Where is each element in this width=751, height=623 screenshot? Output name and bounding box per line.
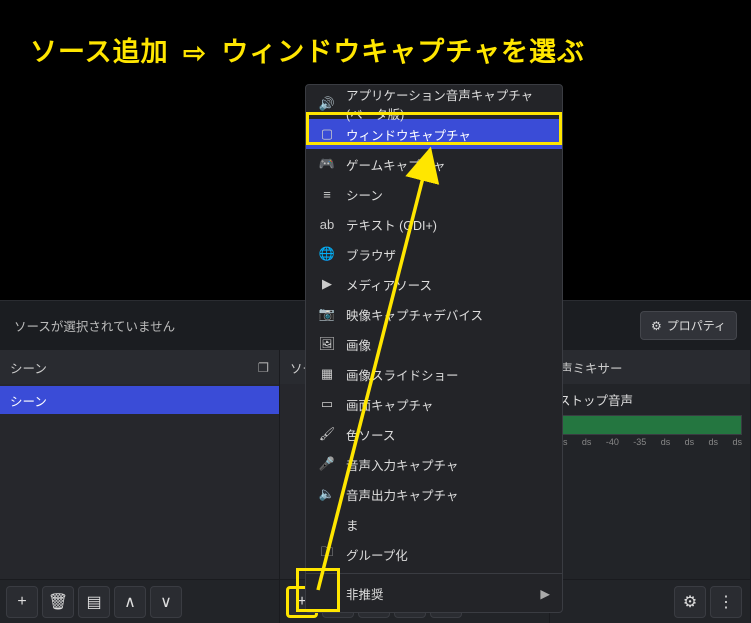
ctx-item-label: 音声出力キャプチャ xyxy=(346,485,458,504)
filters-icon: ▤ xyxy=(86,592,101,612)
audio-mixer-dock: 声ミキサー ストップ音声 ds ds -40 -35 ds ds ds ds ⚙… xyxy=(550,350,751,623)
popout-icon[interactable]: ❐ xyxy=(258,360,269,375)
slideshow-icon: ▦ xyxy=(318,366,336,382)
mixer-dock-title: 声ミキサー xyxy=(560,358,623,377)
ctx-item-window-capture[interactable]: ▢ ウィンドウキャプチャ xyxy=(306,119,562,149)
scenes-dock: シーン ❐ シーン + 🗑 ▤ ∧ ∨ xyxy=(0,350,280,623)
db-mark: -35 xyxy=(633,437,646,447)
ctx-item-display-capture[interactable]: ▭ 画面キャプチャ xyxy=(306,389,562,419)
speaker-out-icon: 🔈 xyxy=(318,486,336,502)
ctx-item-label: グループ化 xyxy=(346,545,408,564)
ctx-item-color-source[interactable]: 🖌 色ソース xyxy=(306,419,562,449)
db-mark: ds xyxy=(685,437,695,447)
scene-up-button[interactable]: ∧ xyxy=(114,586,146,618)
remove-scene-button[interactable]: 🗑 xyxy=(42,586,74,618)
db-mark: ds xyxy=(582,437,592,447)
ctx-item-label: ウィンドウキャプチャ xyxy=(346,125,471,144)
ctx-item-browser[interactable]: 🌐 ブラウザ xyxy=(306,239,562,269)
scenes-dock-title: シーン xyxy=(10,358,47,377)
ctx-item-text-gdi[interactable]: ab テキスト (GDI+) xyxy=(306,209,562,239)
more-icon: ⋮ xyxy=(718,592,734,612)
chevron-up-icon: ∧ xyxy=(124,592,136,612)
mixer-more-button[interactable]: ⋮ xyxy=(710,586,742,618)
ctx-item-partial: ま xyxy=(306,509,562,539)
mixer-settings-button[interactable]: ⚙ xyxy=(674,586,706,618)
instruction-prefix: ソース追加 xyxy=(30,37,169,67)
text-icon: ab xyxy=(318,217,336,232)
scenes-toolbar: + 🗑 ▤ ∧ ∨ xyxy=(0,579,279,623)
ctx-item-label: 色ソース xyxy=(346,425,395,444)
ctx-item-video-capture-device[interactable]: 📷 映像キャプチャデバイス xyxy=(306,299,562,329)
chevron-right-icon: ▶ xyxy=(540,586,550,601)
ctx-item-label: メディアソース xyxy=(346,275,432,294)
ctx-item-scene[interactable]: ≡ シーン xyxy=(306,179,562,209)
instruction-overlay: ソース追加 ⇨ ウィンドウキャプチャを選ぶ xyxy=(30,30,585,69)
instruction-arrow-icon: ⇨ xyxy=(183,38,207,69)
properties-button-label: プロパティ xyxy=(667,317,726,334)
ctx-item-media-source[interactable]: ▶ メディアソース xyxy=(306,269,562,299)
db-mark: ds xyxy=(732,437,742,447)
trash-icon: 🗑 xyxy=(48,592,68,612)
ctx-item-label: シーン xyxy=(346,185,383,204)
mixer-dock-header: 声ミキサー xyxy=(550,350,750,384)
ctx-item-label: ま xyxy=(346,515,359,534)
scene-item-label: シーン xyxy=(10,391,47,410)
mixer-body: ストップ音声 ds ds -40 -35 ds ds ds ds ⚙ ⋮ xyxy=(550,384,750,623)
ctx-item-label: ゲームキャプチャ xyxy=(346,155,446,174)
db-mark: ds xyxy=(661,437,671,447)
gear-icon: ⚙ xyxy=(651,319,662,333)
db-scale: ds ds -40 -35 ds ds ds ds xyxy=(558,437,742,447)
gamepad-icon: 🎮 xyxy=(318,156,336,172)
globe-icon: 🌐 xyxy=(318,246,336,262)
ctx-item-image[interactable]: 🖼 画像 xyxy=(306,329,562,359)
ctx-separator xyxy=(306,573,562,574)
ctx-item-label: 映像キャプチャデバイス xyxy=(346,305,483,324)
instruction-suffix: ウィンドウキャプチャを選ぶ xyxy=(221,37,585,67)
ctx-item-label: 非推奨 xyxy=(346,584,384,603)
ctx-item-label: 画面キャプチャ xyxy=(346,395,433,414)
mixer-toolbar: ⚙ ⋮ xyxy=(550,579,750,623)
ctx-item-audio-output-capture[interactable]: 🔈 音声出力キャプチャ xyxy=(306,479,562,509)
db-mark: ds xyxy=(709,437,719,447)
properties-button[interactable]: ⚙ プロパティ xyxy=(640,311,737,340)
add-scene-button[interactable]: + xyxy=(6,586,38,618)
ctx-item-app-audio-capture[interactable]: 🔊 アプリケーション音声キャプチャ (ベータ版) xyxy=(306,89,562,119)
image-icon: 🖼 xyxy=(318,336,336,352)
db-mark: -40 xyxy=(606,437,619,447)
play-icon: ▶ xyxy=(318,276,336,292)
add-source-context-menu: 🔊 アプリケーション音声キャプチャ (ベータ版) ▢ ウィンドウキャプチャ 🎮 … xyxy=(305,84,563,613)
audio-meter-fill xyxy=(559,416,741,434)
scene-down-button[interactable]: ∨ xyxy=(150,586,182,618)
folder-icon: 🗀 xyxy=(318,543,336,565)
ctx-item-label: ブラウザ xyxy=(346,245,396,264)
ctx-item-audio-input-capture[interactable]: 🎤 音声入力キャプチャ xyxy=(306,449,562,479)
scenes-list[interactable]: シーン xyxy=(0,384,279,579)
window-icon: ▢ xyxy=(318,126,336,142)
ctx-item-group[interactable]: 🗀 グループ化 xyxy=(306,539,562,569)
ctx-item-game-capture[interactable]: 🎮 ゲームキャプチャ xyxy=(306,149,562,179)
camera-icon: 📷 xyxy=(318,306,336,322)
ctx-item-label: 音声入力キャプチャ xyxy=(346,455,458,474)
brush-icon: 🖌 xyxy=(318,426,336,442)
plus-icon: + xyxy=(17,593,26,611)
ctx-item-label: アプリケーション音声キャプチャ (ベータ版) xyxy=(346,85,550,123)
ctx-item-label: 画像スライドショー xyxy=(346,365,459,384)
ctx-item-label: 画像 xyxy=(346,335,371,354)
scene-item[interactable]: シーン xyxy=(0,386,279,414)
scenes-dock-header: シーン ❐ xyxy=(0,350,279,384)
ctx-item-label: テキスト (GDI+) xyxy=(346,215,437,234)
speaker-icon: 🔊 xyxy=(318,96,336,112)
list-icon: ≡ xyxy=(318,187,336,202)
ctx-item-deprecated[interactable]: 非推奨 ▶ xyxy=(306,578,562,608)
mic-icon: 🎤 xyxy=(318,456,336,472)
filters-scene-button[interactable]: ▤ xyxy=(78,586,110,618)
audio-meter xyxy=(558,415,742,435)
ctx-item-image-slideshow[interactable]: ▦ 画像スライドショー xyxy=(306,359,562,389)
chevron-down-icon: ∨ xyxy=(160,592,172,612)
mixer-track-label: ストップ音声 xyxy=(558,390,742,409)
gear-icon: ⚙ xyxy=(683,592,697,612)
monitor-icon: ▭ xyxy=(318,396,336,412)
